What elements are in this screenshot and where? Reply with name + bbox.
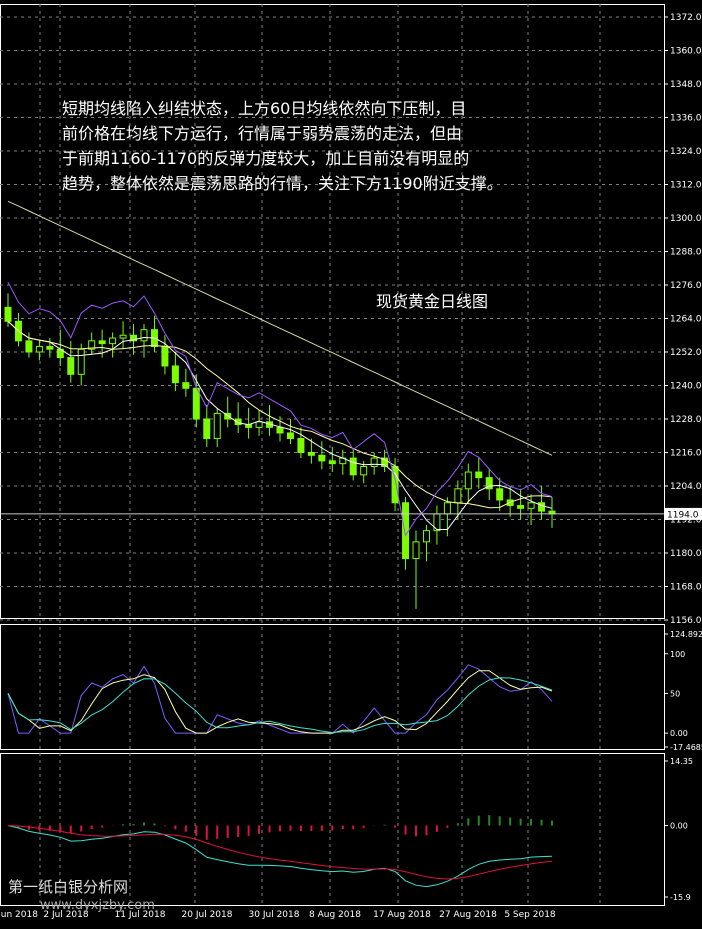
ytick-label: 1336.0 bbox=[670, 114, 702, 124]
candle-body bbox=[297, 438, 305, 453]
osc-tick-label: 100 bbox=[670, 650, 685, 659]
candle-body bbox=[140, 329, 148, 342]
candle-body bbox=[318, 454, 326, 462]
chart-title: 现货黄金日线图 bbox=[376, 292, 489, 311]
osc-k-line bbox=[7, 664, 553, 734]
osc-tick-label: 0.00 bbox=[670, 729, 688, 738]
candle-body bbox=[443, 502, 451, 515]
current-price-label: 1194.0 bbox=[667, 510, 699, 520]
candle-body bbox=[538, 502, 546, 512]
ytick-label: 1180.0 bbox=[670, 549, 702, 559]
osc-tick-label: 124.892 bbox=[670, 630, 702, 639]
ytick-label: 1240.0 bbox=[670, 382, 702, 392]
ytick-label: 1360.0 bbox=[670, 47, 702, 57]
ytick-label: 1216.0 bbox=[670, 449, 702, 459]
ytick-label: 1348.0 bbox=[670, 80, 702, 90]
candle-body bbox=[517, 505, 525, 509]
xtick-label: 20 Jul 2018 bbox=[182, 910, 233, 920]
candle-body bbox=[286, 432, 294, 440]
candle-body bbox=[307, 452, 315, 456]
candle-body bbox=[360, 465, 368, 476]
macd-tick-label: 0.00 bbox=[670, 822, 688, 831]
candle-body bbox=[370, 457, 378, 467]
candle-body bbox=[422, 530, 430, 543]
macd-tick-label: -15.9 bbox=[670, 893, 691, 902]
candle-body bbox=[475, 471, 483, 479]
candle-body bbox=[161, 345, 169, 367]
candle-body bbox=[171, 365, 179, 384]
candle-body bbox=[203, 418, 211, 440]
ytick-label: 1324.0 bbox=[670, 147, 702, 157]
candle-body bbox=[67, 357, 75, 375]
candle-body bbox=[35, 345, 43, 353]
ytick-label: 1252.0 bbox=[670, 348, 702, 358]
ytick-label: 1228.0 bbox=[670, 415, 702, 425]
candle-body bbox=[276, 426, 284, 434]
candle-body bbox=[496, 488, 504, 501]
candle-body bbox=[328, 460, 336, 465]
candle-body bbox=[527, 502, 535, 509]
ytick-label: 1312.0 bbox=[670, 181, 702, 191]
xtick-label: 8 Aug 2018 bbox=[309, 910, 361, 920]
candle-body bbox=[46, 345, 54, 350]
watermark-url: www.dyxjzby.com bbox=[40, 898, 155, 913]
ytick-label: 1204.0 bbox=[670, 482, 702, 492]
ytick-label: 1264.0 bbox=[670, 315, 702, 325]
ma-60-line bbox=[7, 281, 553, 537]
candle-body bbox=[402, 502, 410, 560]
candle-body bbox=[25, 340, 33, 353]
ytick-label: 1288.0 bbox=[670, 248, 702, 258]
candle-body bbox=[4, 306, 12, 322]
xtick-label: 30 Jul 2018 bbox=[249, 910, 300, 920]
candle-body bbox=[454, 488, 462, 504]
xtick-label: 27 Aug 2018 bbox=[439, 910, 497, 920]
candle-body bbox=[182, 382, 190, 389]
panel-frame-1 bbox=[0, 624, 665, 750]
xtick-label: 17 Aug 2018 bbox=[373, 910, 431, 920]
candle-body bbox=[464, 471, 472, 490]
xtick-label: 5 Sep 2018 bbox=[504, 910, 556, 920]
candle-body bbox=[119, 334, 127, 339]
candle-body bbox=[98, 340, 106, 345]
watermark-text: 第一纸白银分析网 bbox=[8, 878, 129, 896]
candle-body bbox=[109, 337, 117, 345]
osc-tick-label: 50 bbox=[670, 689, 680, 698]
ytick-label: 1372.0 bbox=[670, 13, 702, 23]
xtick-label: Jun 2018 bbox=[0, 910, 38, 920]
ytick-label: 1276.0 bbox=[670, 281, 702, 291]
ytick-label: 1300.0 bbox=[670, 214, 702, 224]
ytick-label: 1156.0 bbox=[670, 616, 702, 626]
ytick-label: 1168.0 bbox=[670, 583, 702, 593]
candle-body bbox=[412, 541, 420, 560]
candle-body bbox=[192, 387, 200, 420]
annotation-text: 短期均线陷入纠结状态，上方60日均线依然向下压制，目 前价格在均线下方运行，行情… bbox=[62, 99, 503, 193]
macd-tick-label: 14.35 bbox=[670, 757, 693, 766]
candle-body bbox=[349, 457, 357, 476]
osc-tick-label: -17.4685 bbox=[670, 743, 702, 752]
candle-body bbox=[77, 348, 85, 375]
macd-signal-line bbox=[7, 825, 553, 880]
candle-body bbox=[213, 412, 221, 440]
candle-body bbox=[255, 421, 263, 428]
